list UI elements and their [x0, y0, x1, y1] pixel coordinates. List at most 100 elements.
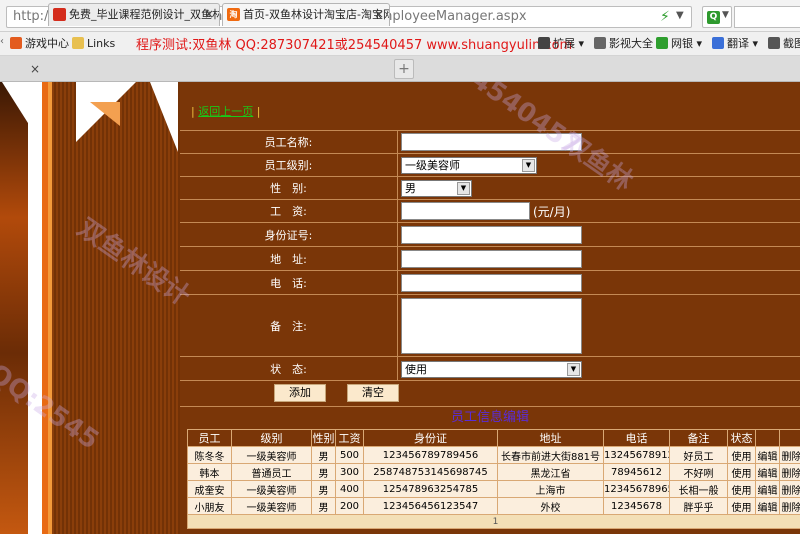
gender-value: 男	[405, 182, 416, 195]
form-row-address: 地 址:	[180, 246, 800, 270]
cell-level: 普通员工	[231, 463, 312, 481]
salary-field[interactable]	[401, 202, 530, 220]
cell-employee: 小朋友	[187, 497, 232, 515]
table-header-row: 员工 级别 性别 工资 身份证 地址 电话 备注 状态	[187, 429, 800, 447]
translate-button[interactable]: 翻译 ▾	[712, 36, 758, 52]
form-row-gender: 性 别: 男 ▼	[180, 176, 800, 199]
header-level: 级别	[231, 429, 312, 447]
level-select[interactable]: 一级美容师 ▼	[401, 157, 537, 174]
left-decoration-banner	[0, 82, 180, 534]
lightning-icon[interactable]: ⚡	[660, 9, 670, 25]
cell-address: 外校	[497, 497, 604, 515]
delete-link[interactable]: 删除	[779, 480, 800, 498]
header-idcard: 身份证	[363, 429, 498, 447]
chevron-down-icon: ▼	[567, 363, 580, 376]
pager-link[interactable]: 1	[187, 514, 800, 529]
level-value: 一级美容师	[405, 159, 460, 172]
close-icon[interactable]: ×	[204, 4, 214, 25]
edit-link[interactable]: 编辑	[755, 463, 780, 481]
chevron-down-icon: ▼	[522, 159, 535, 172]
cell-salary: 300	[335, 463, 364, 481]
edit-link[interactable]: 编辑	[755, 497, 780, 515]
bookmark-notice[interactable]: 程序测试:双鱼林 QQ:287307421或254540457 www.shua…	[136, 34, 572, 53]
bookmark-bank[interactable]: 网银 ▾	[656, 36, 702, 52]
cell-gender: 男	[311, 463, 336, 481]
address-field[interactable]	[401, 250, 582, 268]
close-icon[interactable]: ×	[30, 62, 40, 76]
search-engine-button[interactable]: Q ▼	[702, 6, 732, 28]
grid-icon	[538, 37, 550, 49]
cell-address: 黑龙江省	[497, 463, 604, 481]
delete-link[interactable]: 删除	[779, 463, 800, 481]
folder-icon	[72, 37, 84, 49]
screenshot-button[interactable]: 截图	[768, 36, 800, 52]
bookmarks-bar: ‹ 游戏中心 Links 程序测试:双鱼林 QQ:287307421或25454…	[0, 32, 800, 56]
taobao-favicon-icon: 淘	[227, 8, 240, 21]
cell-employee: 成奎安	[187, 480, 232, 498]
form-row-salary: 工 资: (元/月)	[180, 199, 800, 222]
bookmark-links[interactable]: Links	[72, 36, 115, 52]
cell-note: 好员工	[669, 446, 728, 464]
chevron-left-icon[interactable]: ‹	[0, 36, 4, 47]
note-textarea[interactable]	[401, 298, 582, 354]
status-select[interactable]: 使用 ▼	[401, 361, 582, 378]
cell-status: 使用	[727, 480, 756, 498]
site-favicon-icon	[53, 8, 66, 21]
tab-free-course[interactable]: 免费_毕业课程范例设计_双鱼林 ×	[48, 3, 220, 26]
address-label: 地 址:	[180, 247, 398, 270]
chevron-down-icon[interactable]: ▼	[676, 9, 688, 23]
cell-status: 使用	[727, 446, 756, 464]
film-icon	[594, 37, 606, 49]
idcard-label: 身份证号:	[180, 223, 398, 246]
cell-note: 胖乎乎	[669, 497, 728, 515]
header-note: 备注	[669, 429, 728, 447]
search-engine-icon: Q	[707, 11, 720, 24]
name-field[interactable]	[401, 133, 582, 151]
form-row-actions	[180, 380, 800, 406]
phone-field[interactable]	[401, 274, 582, 292]
clear-button[interactable]: 清空	[347, 384, 399, 402]
form-row-name: 员工名称:	[180, 130, 800, 153]
table-row: 成奎安 一级美容师 男 400 125478963254785 上海市 1234…	[187, 480, 800, 498]
header-phone: 电话	[603, 429, 670, 447]
table-row: 陈冬冬 一级美容师 男 500 123456789789456 长春市前进大街8…	[187, 446, 800, 464]
cell-gender: 男	[311, 497, 336, 515]
cell-idcard: 125478963254785	[363, 480, 498, 498]
cell-address: 长春市前进大街881号	[497, 446, 604, 464]
salary-unit-label: (元/月)	[533, 205, 571, 219]
extensions-button[interactable]: 扩展 ▾	[538, 36, 584, 52]
edit-link[interactable]: 编辑	[755, 480, 780, 498]
cell-salary: 200	[335, 497, 364, 515]
delete-link[interactable]: 删除	[779, 497, 800, 515]
tab-title: 首页-双鱼林设计淘宝店-淘宝网	[243, 8, 390, 21]
bookmark-game-center[interactable]: 游戏中心	[10, 36, 69, 52]
header-edit	[755, 429, 780, 447]
cell-level: 一级美容师	[231, 480, 312, 498]
add-button[interactable]: 添加	[274, 384, 326, 402]
new-tab-button[interactable]: +	[394, 59, 414, 79]
cell-address: 上海市	[497, 480, 604, 498]
cell-note: 长相一般	[669, 480, 728, 498]
salary-label: 工 资:	[180, 200, 398, 222]
delete-link[interactable]: 删除	[779, 446, 800, 464]
edit-link[interactable]: 编辑	[755, 446, 780, 464]
close-icon[interactable]: ×	[374, 4, 384, 25]
back-link[interactable]: 返回上一页	[198, 105, 253, 118]
translate-icon	[712, 37, 724, 49]
back-link-wrapper: | 返回上一页 |	[191, 105, 261, 118]
header-address: 地址	[497, 429, 604, 447]
header-employee: 员工	[187, 429, 232, 447]
cell-phone: 13245678912	[603, 446, 670, 464]
bookmark-video[interactable]: 影视大全	[594, 36, 653, 52]
idcard-field[interactable]	[401, 226, 582, 244]
bookmark-label: 游戏中心	[25, 37, 69, 50]
search-input[interactable]	[734, 6, 800, 28]
cell-phone: 123456789654	[603, 480, 670, 498]
extensions-label: 扩展	[553, 37, 575, 50]
cell-salary: 500	[335, 446, 364, 464]
header-delete	[779, 429, 800, 447]
gender-select[interactable]: 男 ▼	[401, 180, 472, 197]
tab-taobao-home[interactable]: 淘 首页-双鱼林设计淘宝店-淘宝网 ×	[222, 3, 390, 26]
cell-employee: 韩本	[187, 463, 232, 481]
header-status: 状态	[727, 429, 756, 447]
